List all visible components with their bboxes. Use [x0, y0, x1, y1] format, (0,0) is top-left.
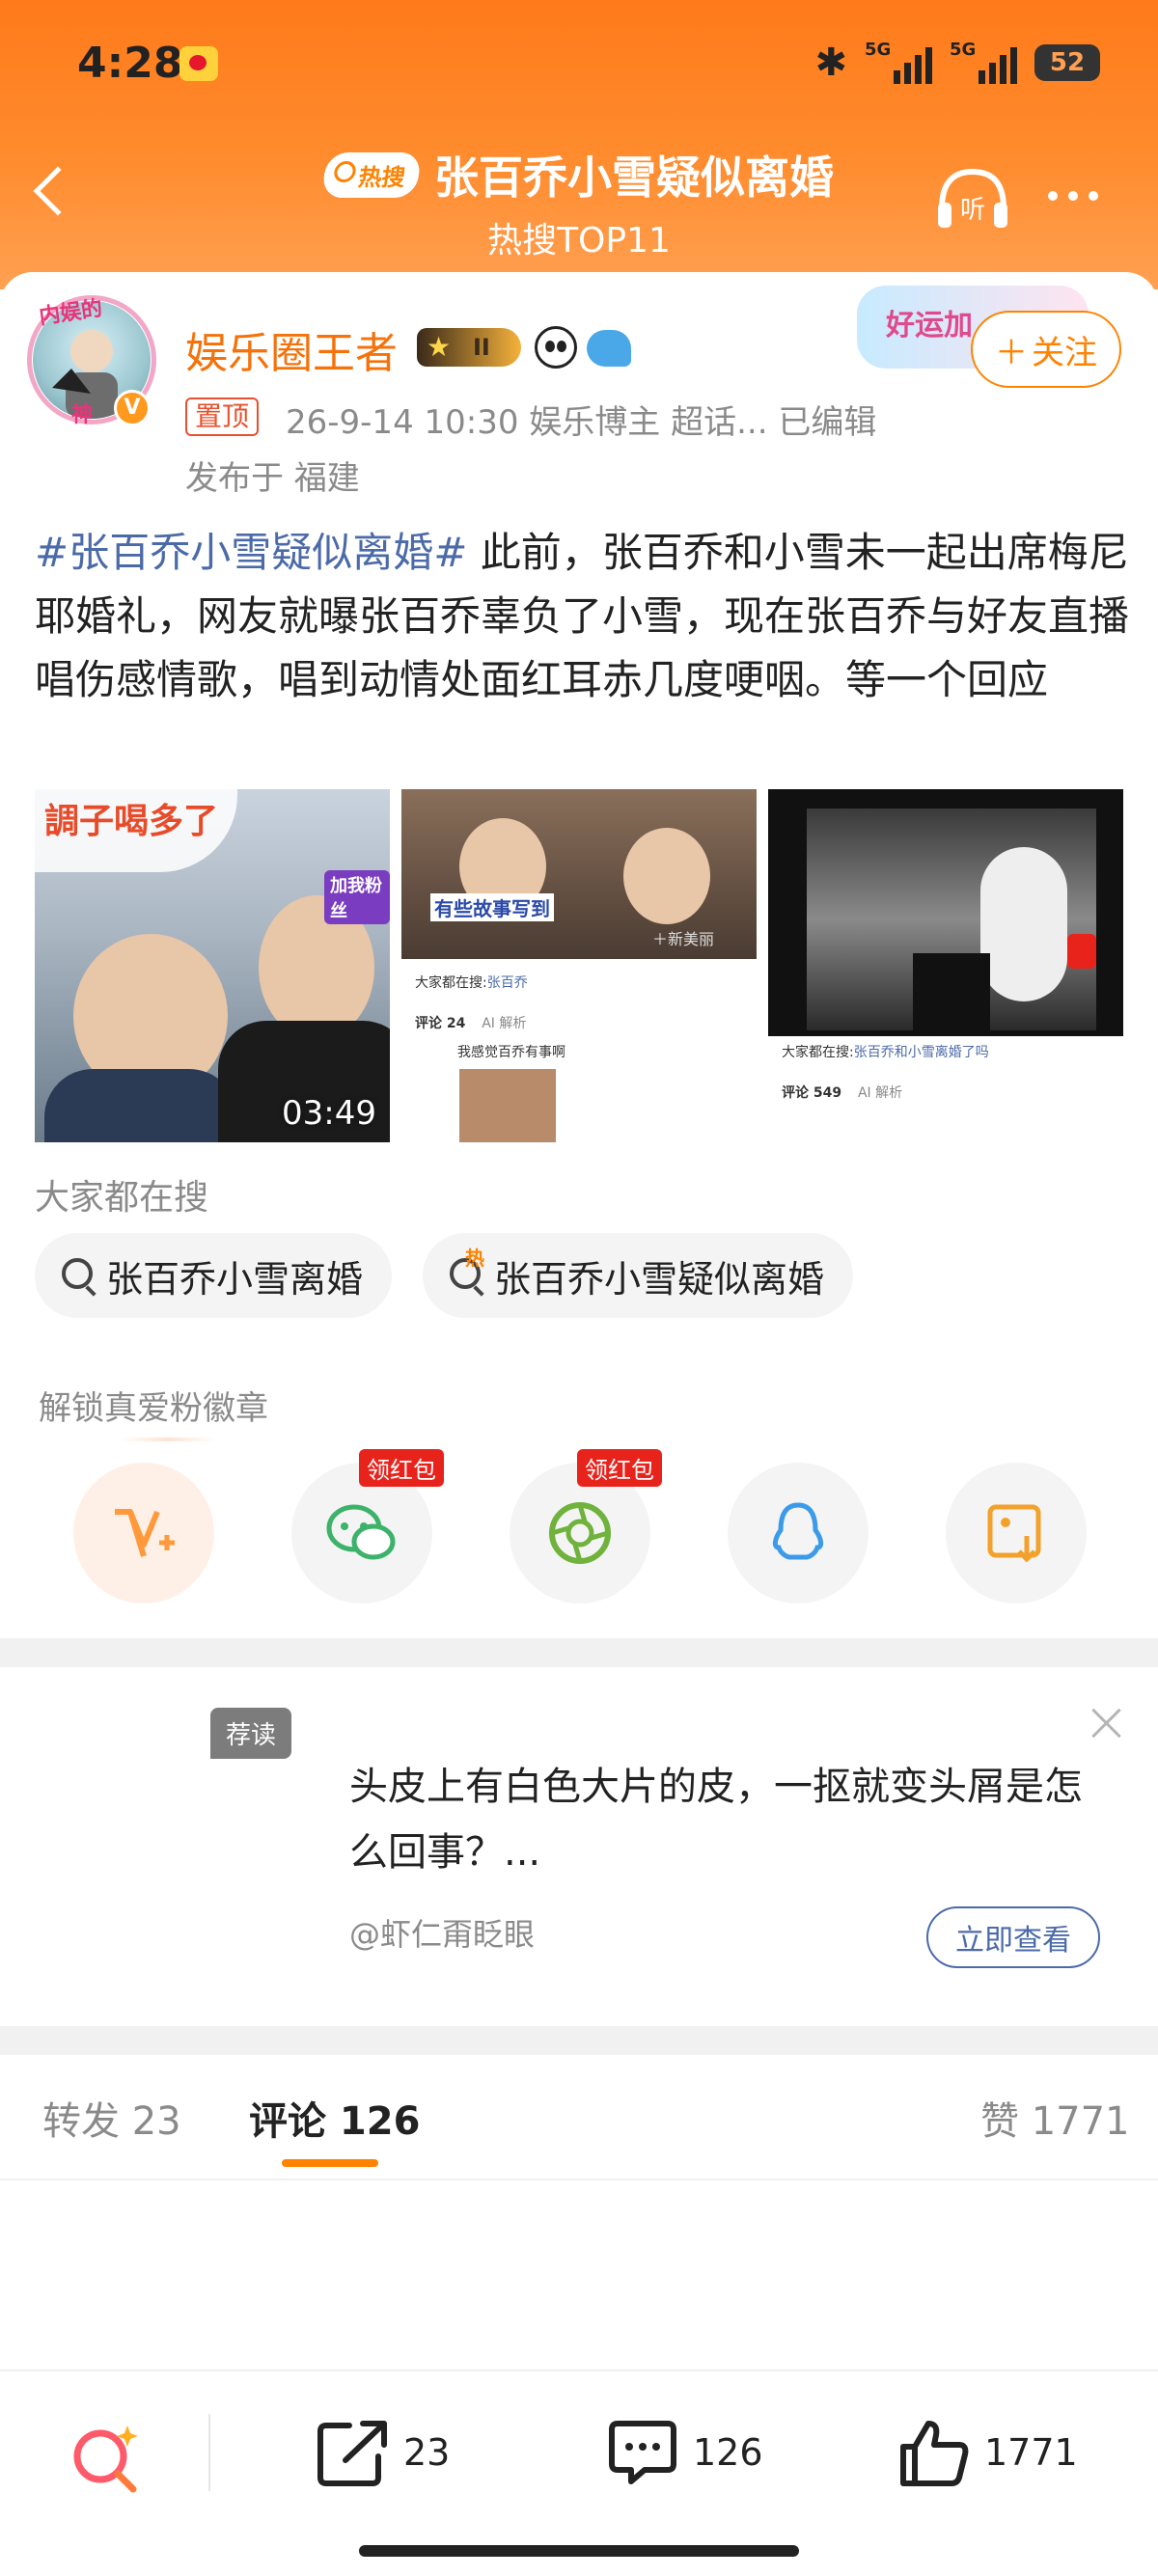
vplus-icon — [115, 1509, 175, 1557]
panda-badge-icon[interactable] — [535, 326, 577, 369]
active-tab-indicator — [282, 2159, 378, 2167]
person-shirt — [44, 1069, 237, 1142]
unlock-fan-badge-label: 解锁真爱粉徽章 — [39, 1389, 268, 1428]
image-overlay-text: 調子喝多了 — [44, 802, 219, 841]
search-icon — [62, 1258, 93, 1289]
recommend-title[interactable]: 头皮上有白色大片的皮，一抠就变头屑是怎么回事？... — [349, 1754, 1112, 1885]
repost-icon — [317, 2421, 387, 2486]
thumbs-up-icon — [900, 2421, 969, 2486]
post-hashtag[interactable]: #张百乔小雪疑似离婚# — [35, 529, 467, 576]
weibo-notification-icon — [179, 46, 218, 81]
signal-icon-2: 5G — [950, 40, 1017, 84]
svg-text:听: 听 — [960, 196, 985, 225]
post-location: 发布于 福建 — [185, 459, 360, 498]
image-side-tag: 加我粉丝 — [324, 870, 390, 924]
share-qq-button[interactable] — [728, 1463, 868, 1603]
author-name[interactable]: 娱乐圈王者 — [185, 318, 398, 380]
signal-icon: 5G — [865, 40, 932, 84]
comment-image — [459, 1069, 556, 1142]
red-envelope-badge: 领红包 — [577, 1449, 662, 1487]
mini-comment-count: 评论 24 AI 解析 — [415, 1016, 527, 1031]
red-envelope-badge: 领红包 — [359, 1449, 444, 1487]
section-divider — [0, 1638, 1158, 1667]
comment-count: 126 — [693, 2431, 763, 2474]
qq-icon — [772, 1502, 824, 1560]
image-subtitle: 有些故事写到 — [430, 893, 554, 921]
save-image-icon — [987, 1504, 1041, 1563]
section-divider-2 — [0, 2026, 1158, 2055]
listen-headphone-icon[interactable]: 听 — [934, 164, 1011, 232]
share-moments-button[interactable]: 领红包 — [510, 1449, 662, 1603]
more-options-icon[interactable] — [1048, 191, 1098, 201]
header: 4:28 ✱ 5G 5G 52 热搜 张百乔小雪疑似离婚 热搜TOP11 听 — [0, 0, 1158, 289]
everyone-searching-label: 大家都在搜 — [35, 1178, 209, 1218]
red-envelope-icon — [1067, 934, 1096, 969]
share-vplus-button[interactable] — [73, 1463, 214, 1603]
comment-icon — [609, 2421, 676, 2484]
bottom-bar-divider — [208, 2414, 210, 2491]
post-image-3[interactable]: 大家都在搜:张百乔和小雪离婚了吗 评论 549 AI 解析 — [768, 789, 1123, 1142]
bluetooth-icon: ✱ — [814, 41, 847, 85]
tab-repost[interactable]: 转发 23 — [42, 2090, 181, 2146]
battery-indicator: 52 — [1034, 44, 1100, 81]
post-meta: 26-9-14 10:30 娱乐博主 超话... 已编辑 — [286, 403, 877, 442]
video-duration: 03:49 — [282, 1094, 376, 1133]
tab-comment[interactable]: 评论 126 — [249, 2090, 420, 2146]
bottom-action-bar: 23 126 1771 — [0, 2370, 1158, 2576]
home-indicator[interactable] — [359, 2545, 799, 2557]
like-button[interactable]: 1771 — [897, 2418, 1078, 2487]
verified-icon: V — [114, 390, 151, 426]
shark-badge-icon[interactable] — [587, 330, 631, 367]
moments-icon — [549, 1502, 611, 1564]
page-title: 张百乔小雪疑似离婚 — [434, 151, 834, 204]
repost-count: 23 — [403, 2431, 451, 2474]
flower-decoration — [980, 847, 1067, 1001]
mini-search-bar: 大家都在搜:张百乔和小雪离婚了吗 — [782, 1045, 989, 1060]
close-icon[interactable] — [1089, 1704, 1123, 1739]
post-text: #张百乔小雪疑似离婚# 此前，张百乔和小雪未一起出席梅尼耶婚礼，网友就曝张百乔辜… — [35, 521, 1129, 712]
comment-button[interactable]: 126 — [606, 2418, 763, 2487]
mini-comment-count: 评论 549 AI 解析 — [782, 1085, 903, 1101]
pinned-badge: 置顶 — [185, 397, 260, 436]
search-chip-hot[interactable]: 热 张百乔小雪疑似离婚 — [423, 1233, 854, 1318]
mini-comment-text: 我感觉百乔有事啊 — [457, 1045, 565, 1060]
unlock-pointer — [120, 1438, 216, 1441]
hot-mark: 热 — [465, 1247, 484, 1270]
ai-search-icon[interactable] — [68, 2420, 145, 2497]
tab-like[interactable]: 赞 1771 — [980, 2090, 1130, 2146]
interaction-tabs: 转发 23 评论 126 赞 1771 — [0, 2055, 1158, 2180]
image-watermark: ＋新美丽 — [652, 930, 715, 948]
status-time: 4:28 — [77, 39, 183, 88]
follow-button[interactable]: ＋ 关注 — [971, 311, 1121, 388]
recommend-author[interactable]: @虾仁甭眨眼 — [349, 1910, 535, 1955]
post-image-1[interactable]: 調子喝多了 加我粉丝 03:49 — [35, 789, 390, 1142]
like-count: 1771 — [984, 2431, 1078, 2474]
view-now-button[interactable]: 立即查看 — [926, 1906, 1100, 1968]
vip-level-badge[interactable]: II — [417, 328, 521, 367]
search-chip[interactable]: 张百乔小雪离婚 — [35, 1233, 393, 1318]
status-icons: ✱ 5G 5G 52 — [814, 39, 1100, 87]
plus-icon: ＋ — [995, 333, 1028, 372]
repost-button[interactable]: 23 — [317, 2418, 450, 2487]
recommend-tag: 荐读 — [210, 1708, 292, 1759]
person-figure — [913, 953, 990, 1040]
mini-search-bar: 大家都在搜:张百乔 — [415, 975, 528, 991]
post-image-2[interactable]: 有些故事写到 ＋新美丽 大家都在搜:张百乔 评论 24 AI 解析 我感觉百乔有… — [401, 789, 757, 1142]
share-wechat-button[interactable]: 领红包 — [291, 1449, 444, 1603]
avatar-frame-text-2: 神 — [71, 403, 94, 427]
share-save-image-button[interactable] — [946, 1463, 1087, 1603]
person-figure-2 — [623, 828, 710, 924]
hot-search-badge: 热搜 — [320, 151, 423, 198]
wechat-icon — [326, 1504, 396, 1560]
